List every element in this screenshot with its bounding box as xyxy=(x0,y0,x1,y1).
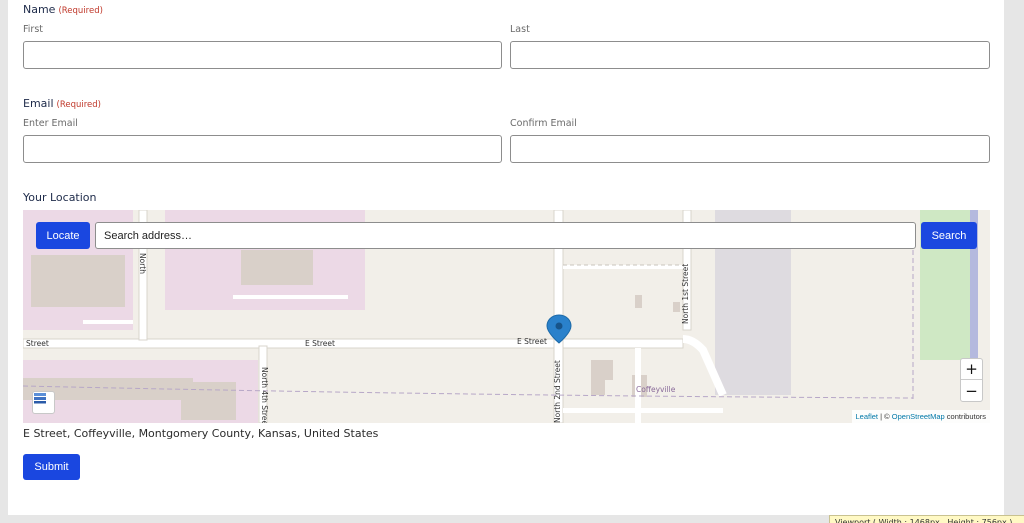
layers-icon xyxy=(34,393,46,404)
last-name-sublabel: Last xyxy=(510,24,530,35)
street-label-left: Street xyxy=(26,339,49,348)
submit-button[interactable]: Submit xyxy=(23,454,80,480)
map-widget[interactable]: Street E Street E Street North 4th Stree… xyxy=(23,210,990,423)
street-label-e-street-1: E Street xyxy=(305,339,335,348)
viewport-indicator: Viewport ( Width : 1468px , Height : 756… xyxy=(829,515,1024,523)
first-name-input[interactable] xyxy=(23,41,502,69)
osm-link[interactable]: OpenStreetMap xyxy=(892,412,945,421)
locate-button[interactable]: Locate xyxy=(36,222,90,249)
last-name-input[interactable] xyxy=(510,41,990,69)
attribution-separator: | © xyxy=(878,412,892,421)
attribution-suffix: contributors xyxy=(944,412,986,421)
street-label-e-street-2: E Street xyxy=(517,337,547,346)
street-label-north-1st: North 1st Street xyxy=(681,263,690,324)
zoom-control: + − xyxy=(960,358,983,402)
name-label: Name (Required) xyxy=(23,3,103,16)
map-search-bar: Locate Search xyxy=(23,210,990,253)
street-label-north-4th: North 4th Street xyxy=(260,367,269,423)
confirm-email-input[interactable] xyxy=(510,135,990,163)
zoom-in-button[interactable]: + xyxy=(961,359,982,380)
place-label-coffeyville: Coffeyville xyxy=(636,385,676,394)
confirm-email-sublabel: Confirm Email xyxy=(510,118,577,129)
email-required-tag: (Required) xyxy=(56,100,101,110)
layers-button[interactable] xyxy=(32,391,55,414)
zoom-out-button[interactable]: − xyxy=(961,380,982,401)
search-button[interactable]: Search xyxy=(921,222,977,249)
enter-email-sublabel: Enter Email xyxy=(23,118,78,129)
name-label-text: Name xyxy=(23,3,56,16)
map-attribution: Leaflet | © OpenStreetMap contributors xyxy=(851,410,990,423)
street-label-north-2nd: North 2nd Street xyxy=(553,360,562,423)
street-label-north-top: North xyxy=(138,253,147,274)
first-name-sublabel: First xyxy=(23,24,43,35)
name-required-tag: (Required) xyxy=(58,6,103,16)
email-label: Email (Required) xyxy=(23,97,101,110)
address-search-input[interactable] xyxy=(95,222,916,249)
email-input[interactable] xyxy=(23,135,502,163)
resolved-address: E Street, Coffeyville, Montgomery County… xyxy=(23,427,379,440)
form-page: Name (Required) First Last Email (Required… xyxy=(8,0,1004,515)
location-label: Your Location xyxy=(23,191,97,204)
leaflet-link[interactable]: Leaflet xyxy=(856,412,879,421)
email-label-text: Email xyxy=(23,97,54,110)
